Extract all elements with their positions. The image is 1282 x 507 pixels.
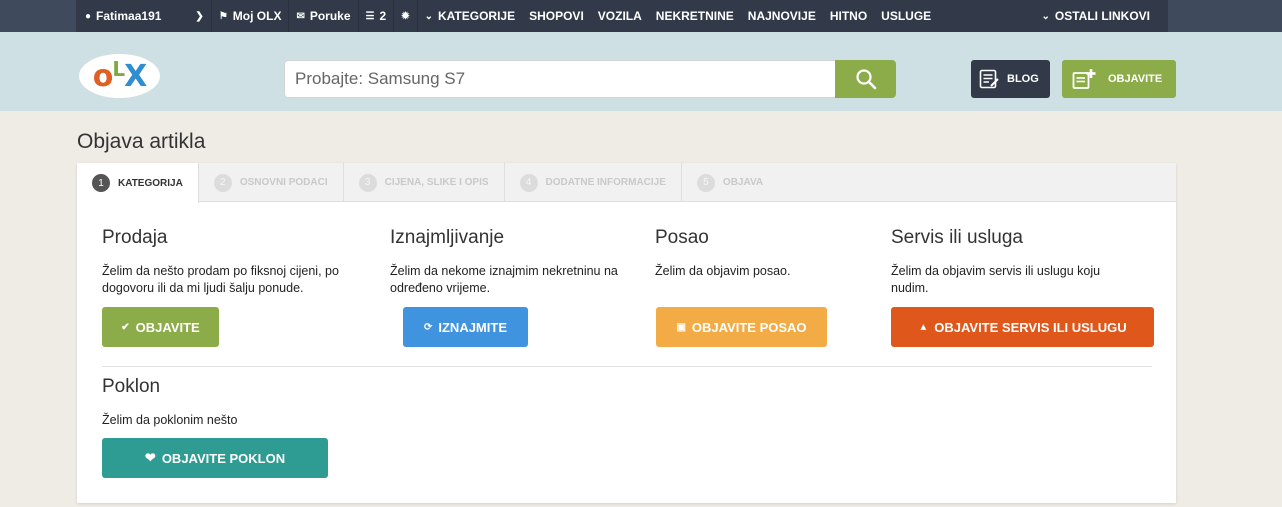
objavite-prodaja-button[interactable]: ✔ OBJAVITE	[102, 307, 219, 347]
tab-kategorija[interactable]: 1 KATEGORIJA	[77, 163, 199, 203]
tab-dodatne-informacije: 4 DODATNE INFORMACIJE	[505, 163, 682, 202]
tab-label: OBJAVA	[722, 177, 764, 188]
step-number: 4	[519, 173, 538, 192]
coins-link[interactable]: ☰ 2	[359, 0, 394, 32]
category-description: Želim da poklonim nešto	[102, 413, 238, 427]
category-posao: Posao Želim da objavim posao.	[655, 227, 855, 280]
ostali-label: OSTALI LINKOVI	[1054, 9, 1150, 23]
add-listing-icon	[1072, 69, 1096, 89]
nav-shopovi[interactable]: SHOPOVI	[522, 0, 591, 32]
blog-label: BLOG	[1007, 73, 1039, 85]
olx-logo[interactable]: oLX	[79, 54, 160, 98]
category-title: Posao	[655, 227, 709, 248]
gear-icon: ✹	[401, 10, 410, 22]
nav-nekretnine[interactable]: NEKRETNINE	[649, 0, 741, 32]
blog-button[interactable]: BLOG	[971, 60, 1050, 98]
step-tabs: 1 KATEGORIJA 2 OSNOVNI PODACI 3 CIJENA, …	[77, 163, 1176, 203]
objavite-posao-button[interactable]: ▣ OBJAVITE POSAO	[656, 307, 827, 347]
flag-icon: ⚑	[218, 10, 228, 22]
category-title: Iznajmljivanje	[390, 227, 505, 248]
section-divider	[102, 366, 1152, 367]
post-panel: 1 KATEGORIJA 2 OSNOVNI PODACI 3 CIJENA, …	[77, 163, 1176, 503]
nav-usluge[interactable]: USLUGE	[874, 0, 938, 32]
tab-label: DODATNE INFORMACIJE	[545, 177, 666, 188]
tab-objava: 5 OBJAVA	[682, 163, 778, 202]
category-iznajmljivanje: Iznajmljivanje Želim da nekome iznajmim …	[390, 227, 640, 297]
blog-icon	[979, 69, 999, 89]
tab-label: OSNOVNI PODACI	[239, 177, 328, 188]
category-poklon: Poklon Želim da poklonim nešto	[102, 376, 352, 429]
coins-icon: ☰	[365, 10, 375, 22]
envelope-icon: ✉	[296, 10, 305, 22]
category-description: Želim da nekome iznajmim nekretninu na o…	[390, 264, 618, 295]
category-title: Servis ili usluga	[891, 227, 1023, 248]
step-number: 1	[92, 174, 110, 192]
thumbs-up-icon: ▲	[918, 321, 929, 333]
kategorije-label: KATEGORIJE	[437, 9, 516, 23]
top-nav: ● Fatimaa191 ❯ ⚑ Moj OLX ✉ Poruke ☰ 2 ✹ …	[76, 0, 1168, 32]
heart-icon: ❤	[144, 450, 156, 465]
search-input[interactable]	[284, 60, 835, 98]
nav-ostali-linkovi[interactable]: ⌄ OSTALI LINKOVI	[1035, 0, 1169, 32]
category-description: Želim da nešto prodam po fiksnoj cijeni,…	[102, 264, 339, 295]
objavite-servis-button[interactable]: ▲ OBJAVITE SERVIS ILI USLUGU	[891, 307, 1154, 347]
button-label: OBJAVITE POKLON	[161, 450, 286, 466]
briefcase-icon: ▣	[676, 321, 686, 333]
nav-kategorije[interactable]: ⌄ KATEGORIJE	[418, 0, 523, 32]
iznajmite-button[interactable]: ⟳ IZNAJMITE	[403, 307, 528, 347]
step-number: 5	[696, 173, 715, 192]
coins-count: 2	[379, 9, 387, 23]
chevron-down-icon: ❯	[195, 10, 204, 22]
step-number: 3	[358, 173, 377, 192]
poruke-label: Poruke	[309, 9, 351, 23]
user-menu[interactable]: ● Fatimaa191 ❯	[76, 0, 211, 32]
settings-link[interactable]: ✹	[394, 0, 416, 32]
tab-label: KATEGORIJA	[118, 177, 183, 189]
category-description: Želim da objavim servis ili uslugu koju …	[891, 264, 1101, 295]
nav-hitno[interactable]: HITNO	[823, 0, 874, 32]
tab-cijena-slike-opis: 3 CIJENA, SLIKE I OPIS	[344, 163, 505, 202]
username: Fatimaa191	[96, 9, 162, 23]
search-button[interactable]	[835, 60, 896, 98]
page-title: Objava artikla	[77, 130, 206, 153]
category-title: Poklon	[102, 376, 161, 397]
category-description: Želim da objavim posao.	[655, 264, 791, 278]
nav-vozila[interactable]: VOZILA	[591, 0, 649, 32]
tab-label: CIJENA, SLIKE I OPIS	[384, 177, 489, 188]
button-label: OBJAVITE	[135, 319, 200, 335]
button-label: OBJAVITE POSAO	[691, 319, 807, 335]
button-label: OBJAVITE SERVIS ILI USLUGU	[934, 319, 1127, 335]
tag-icon: ✔	[121, 321, 130, 333]
objavite-header-button[interactable]: OBJAVITE	[1062, 60, 1176, 98]
user-icon: ●	[85, 10, 92, 22]
refresh-icon: ⟳	[423, 321, 433, 333]
category-servis: Servis ili usluga Želim da objavim servi…	[891, 227, 1136, 297]
chevron-down-icon: ⌄	[1041, 10, 1050, 22]
tab-osnovni-podaci: 2 OSNOVNI PODACI	[199, 163, 344, 202]
moj-olx-label: Moj OLX	[232, 9, 282, 23]
search-bar	[284, 60, 896, 98]
moj-olx-link[interactable]: ⚑ Moj OLX	[212, 0, 289, 32]
poruke-link[interactable]: ✉ Poruke	[289, 0, 357, 32]
category-prodaja: Prodaja Želim da nešto prodam po fiksnoj…	[102, 227, 352, 297]
nav-najnovije[interactable]: NAJNOVIJE	[741, 0, 823, 32]
objavite-poklon-button[interactable]: ❤ OBJAVITE POKLON	[102, 438, 328, 478]
step-number: 2	[213, 173, 232, 192]
button-label: IZNAJMITE	[438, 319, 507, 335]
category-title: Prodaja	[102, 227, 168, 248]
objavite-label: OBJAVITE	[1108, 73, 1163, 85]
search-icon	[855, 69, 876, 90]
chevron-down-icon: ⌄	[424, 10, 433, 22]
